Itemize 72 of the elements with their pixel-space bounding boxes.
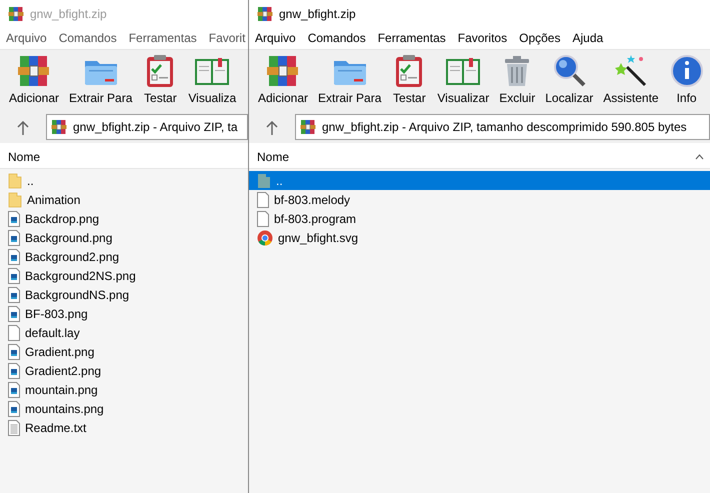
toolbar-button[interactable]: Testar <box>139 53 182 107</box>
file-row[interactable]: Gradient2.png <box>0 361 248 380</box>
image-file-icon <box>8 306 20 322</box>
image-file-icon <box>8 382 20 398</box>
window-title: gnw_bfight.zip <box>30 6 107 22</box>
menu-item[interactable]: Opções <box>519 29 560 47</box>
file-row[interactable]: bf-803.program <box>249 209 710 228</box>
folder-icon <box>8 172 22 188</box>
image-file-icon <box>8 210 20 226</box>
file-row[interactable]: Background2NS.png <box>0 266 248 285</box>
toolbar-button[interactable]: Visualiza <box>185 53 240 107</box>
menu-item[interactable]: Ferramentas <box>378 29 446 47</box>
file-row[interactable]: Background2.png <box>0 247 248 266</box>
image-file-icon <box>8 286 20 302</box>
app-icon <box>8 6 24 22</box>
file-icon <box>8 324 20 340</box>
toolbar-button[interactable]: Adicionar <box>6 53 62 107</box>
menu-item[interactable]: Favorit <box>208 29 246 47</box>
menu-item[interactable]: Arquivo <box>255 29 296 47</box>
toolbar-button[interactable]: Assistente <box>600 53 662 107</box>
folder-icon <box>8 192 22 208</box>
file-icon <box>257 210 269 226</box>
file-icon <box>257 192 269 208</box>
info-icon <box>668 53 705 89</box>
toolbar-button[interactable]: Adicionar <box>255 53 312 107</box>
image-file-icon <box>8 230 20 246</box>
text-file-icon <box>8 420 20 436</box>
toolbar-button[interactable]: Extrair Para <box>66 53 136 107</box>
image-file-icon <box>8 248 20 264</box>
archive-icon <box>300 119 316 135</box>
browser-icon <box>257 230 273 246</box>
address-text: gnw_bfight.zip - Arquivo ZIP, tamanho descomprimido 590.805 bytes <box>322 119 687 136</box>
file-row[interactable]: Background.png <box>0 228 248 247</box>
menu-item[interactable]: Comandos <box>308 29 366 47</box>
file-row[interactable]: mountains.png <box>0 399 248 418</box>
magic-wand-icon <box>612 53 649 89</box>
file-row[interactable]: bf-803.melody <box>249 190 710 209</box>
magnifier-icon <box>551 53 588 89</box>
folder-icon <box>257 172 271 188</box>
sort-caret-icon <box>695 154 704 160</box>
file-row[interactable]: .. <box>0 171 248 190</box>
menu-item[interactable]: Arquivo <box>6 29 47 47</box>
app-icon <box>257 6 273 22</box>
file-row[interactable]: Animation <box>0 190 248 209</box>
address-text: gnw_bfight.zip - Arquivo ZIP, ta <box>73 119 238 136</box>
toolbar-button[interactable]: Info <box>666 53 708 107</box>
file-row[interactable]: Gradient.png <box>0 342 248 361</box>
file-row[interactable]: BackgroundNS.png <box>0 285 248 304</box>
image-file-icon <box>8 268 20 284</box>
image-file-icon <box>8 362 20 378</box>
menu-item[interactable]: Favoritos <box>458 29 508 47</box>
image-file-icon <box>8 344 20 360</box>
file-row[interactable]: Backdrop.png <box>0 209 248 228</box>
toolbar-button[interactable]: Localizar <box>542 53 596 107</box>
toolbar-button[interactable]: Testar <box>388 53 430 107</box>
menu-item[interactable]: Comandos <box>58 29 117 47</box>
toolbar-button[interactable]: Extrair Para <box>315 53 384 107</box>
menu-item[interactable]: Ajuda <box>572 29 604 47</box>
address-field[interactable]: gnw_bfight.zip - Arquivo ZIP, ta <box>46 114 248 140</box>
file-row[interactable]: default.lay <box>0 323 248 342</box>
toolbar-button[interactable]: Excluir <box>496 53 538 107</box>
file-row[interactable]: BF-803.png <box>0 304 248 323</box>
file-row[interactable]: mountain.png <box>0 380 248 399</box>
image-file-icon <box>8 400 20 416</box>
menu-item[interactable]: Ferramentas <box>128 29 197 47</box>
file-row[interactable]: Readme.txt <box>0 418 248 437</box>
address-field[interactable]: gnw_bfight.zip - Arquivo ZIP, tamanho descomprimido 590.805 bytes <box>295 114 710 140</box>
archive-icon <box>51 119 67 135</box>
file-row[interactable]: .. <box>249 171 710 190</box>
file-row[interactable]: gnw_bfight.svg <box>249 228 710 247</box>
window-title: gnw_bfight.zip <box>279 6 356 22</box>
toolbar-button[interactable]: Visualizar <box>434 53 492 107</box>
